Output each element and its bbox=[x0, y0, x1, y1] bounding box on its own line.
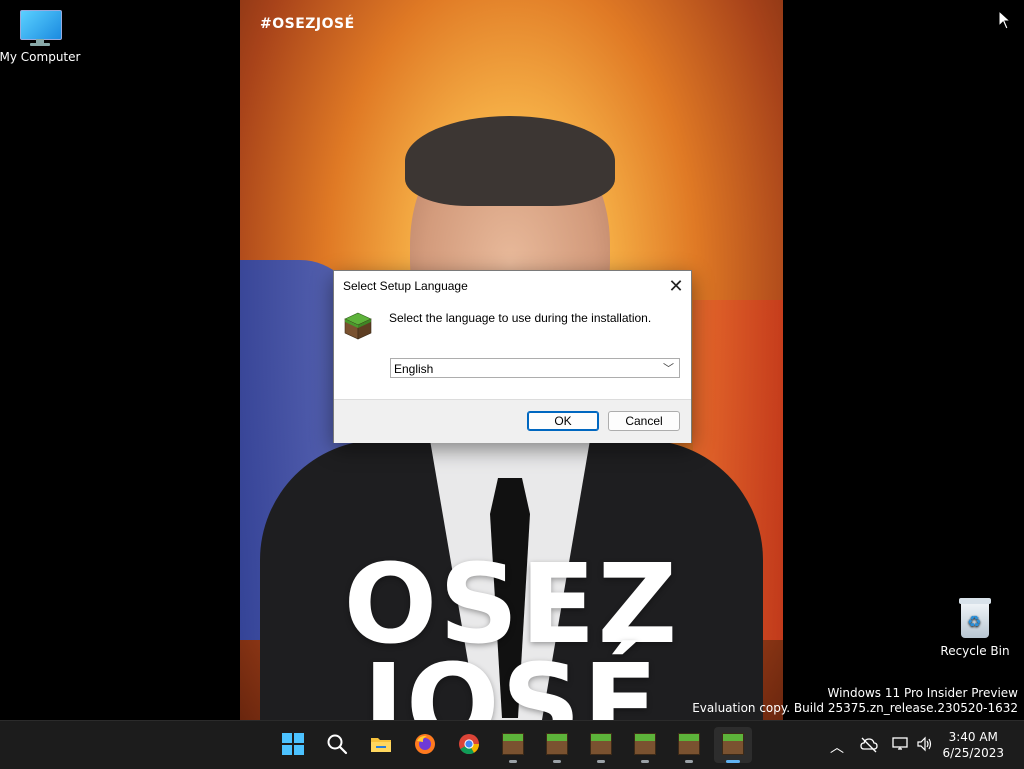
dialog-footer: OK Cancel bbox=[334, 399, 691, 443]
clock-date: 6/25/2023 bbox=[942, 746, 1004, 760]
onedrive-offline-icon[interactable] bbox=[860, 737, 878, 753]
folder-icon bbox=[371, 738, 391, 752]
dialog-content: Select the language to use during the in… bbox=[334, 301, 691, 399]
taskbar-firefox[interactable] bbox=[406, 727, 444, 763]
network-icon[interactable] bbox=[892, 736, 910, 752]
search-button[interactable] bbox=[318, 727, 356, 763]
taskbar-minecraft-setup-4[interactable] bbox=[626, 727, 664, 763]
close-icon: ✕ bbox=[668, 276, 684, 296]
cancel-button[interactable]: Cancel bbox=[608, 411, 680, 431]
dialog-titlebar[interactable]: Select Setup Language ✕ bbox=[334, 271, 691, 301]
minecraft-grass-block-icon bbox=[722, 733, 744, 755]
taskbar-file-explorer[interactable] bbox=[362, 727, 400, 763]
minecraft-grass-block-icon bbox=[590, 733, 612, 755]
minecraft-grass-block-icon bbox=[502, 733, 524, 755]
recycle-bin-icon: ♻ bbox=[957, 596, 993, 640]
dialog-title: Select Setup Language bbox=[343, 279, 468, 293]
poster-hashtag: #OSEZJOSÉ bbox=[260, 16, 355, 32]
ok-button[interactable]: OK bbox=[527, 411, 599, 431]
search-icon bbox=[327, 734, 348, 755]
minecraft-grass-block-icon bbox=[678, 733, 700, 755]
taskbar-minecraft-setup-6[interactable] bbox=[714, 727, 752, 763]
mouse-cursor-icon bbox=[998, 10, 1012, 30]
minecraft-grass-block-icon bbox=[546, 733, 568, 755]
poster-hair bbox=[405, 116, 615, 206]
taskbar-minecraft-setup-1[interactable] bbox=[494, 727, 532, 763]
watermark-edition: Windows 11 Pro Insider Preview bbox=[827, 686, 1018, 700]
taskbar: ︿ 3:40 AM 6/25/2023 bbox=[0, 720, 1024, 769]
close-button[interactable]: ✕ bbox=[661, 271, 691, 301]
firefox-icon bbox=[415, 734, 435, 754]
desktop-icon-my-computer[interactable]: My Computer bbox=[0, 10, 82, 64]
start-button[interactable] bbox=[274, 727, 312, 763]
dialog-message: Select the language to use during the in… bbox=[389, 311, 652, 325]
computer-icon bbox=[18, 10, 62, 46]
windows-start-icon bbox=[282, 733, 304, 755]
minecraft-grass-block-icon bbox=[344, 312, 372, 340]
taskbar-minecraft-setup-2[interactable] bbox=[538, 727, 576, 763]
taskbar-chrome[interactable] bbox=[450, 727, 488, 763]
chrome-icon bbox=[459, 734, 480, 755]
build-watermark: Windows 11 Pro Insider Preview Evaluatio… bbox=[692, 686, 1018, 716]
clock-time: 3:40 AM bbox=[948, 730, 998, 744]
minecraft-grass-block-icon bbox=[634, 733, 656, 755]
language-select[interactable]: English ﹀ bbox=[390, 358, 680, 378]
clock[interactable]: 3:40 AM 6/25/2023 bbox=[942, 729, 1004, 761]
language-select-value: English bbox=[394, 362, 434, 376]
show-hidden-icons-chevron-up-icon[interactable]: ︿ bbox=[830, 737, 844, 757]
setup-language-dialog: Select Setup Language ✕ Select the langu… bbox=[333, 270, 692, 443]
desktop-icon-label: Recycle Bin bbox=[940, 644, 1010, 658]
volume-icon[interactable] bbox=[916, 736, 934, 752]
chevron-down-icon: ﹀ bbox=[663, 363, 674, 375]
desktop-icon-label: My Computer bbox=[0, 50, 81, 64]
watermark-build: Evaluation copy. Build 25375.zn_release.… bbox=[692, 701, 1018, 715]
taskbar-minecraft-setup-3[interactable] bbox=[582, 727, 620, 763]
taskbar-minecraft-setup-5[interactable] bbox=[670, 727, 708, 763]
desktop-icon-recycle-bin[interactable]: ♻ Recycle Bin bbox=[933, 596, 1017, 658]
